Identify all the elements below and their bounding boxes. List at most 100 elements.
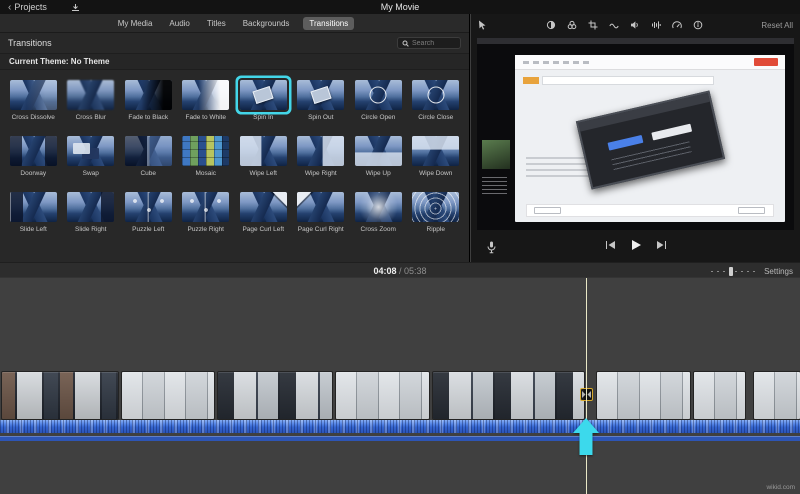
transition-label: Spin Out <box>308 114 334 121</box>
timeline-clip[interactable] <box>597 372 690 419</box>
transition-wipe-left[interactable]: Wipe Left <box>237 136 290 177</box>
timeline-clip[interactable] <box>754 372 800 419</box>
transport-controls <box>471 239 800 251</box>
transition-label: Puzzle Left <box>132 226 165 233</box>
timeline-clip[interactable] <box>218 372 332 419</box>
transition-label: Slide Left <box>19 226 47 233</box>
transition-cube[interactable]: Cube <box>122 136 175 177</box>
transition-label: Mosaic <box>195 170 217 177</box>
background-music-track[interactable] <box>0 436 800 441</box>
clip-size-slider[interactable] <box>711 266 758 276</box>
transition-thumbnail <box>354 136 402 166</box>
transition-label: Cross Blur <box>75 114 106 121</box>
volume-icon[interactable] <box>630 20 640 30</box>
search-input[interactable] <box>412 39 456 47</box>
transition-cross-dissolve[interactable]: Cross Dissolve <box>7 80 60 121</box>
transition-thumbnail <box>239 192 287 222</box>
transition-spin-in[interactable]: Spin In <box>237 80 290 121</box>
total-time: 05:38 <box>404 266 427 276</box>
transition-page-curl-right[interactable]: Page Curl Right <box>295 192 348 233</box>
transition-slide-left[interactable]: Slide Left <box>7 192 60 233</box>
transition-thumbnail <box>9 192 57 222</box>
annotation-arrow-icon <box>573 418 599 455</box>
video-preview <box>477 38 794 230</box>
transition-label: Circle Close <box>418 114 454 121</box>
transition-label: Wipe Left <box>249 170 277 177</box>
menu-bar: ‹ Projects My Movie <box>0 0 800 14</box>
preview-webpage <box>515 55 785 223</box>
transition-thumbnail <box>239 136 287 166</box>
preview-footer-button-right <box>738 207 766 214</box>
transition-thumbnail <box>297 80 345 110</box>
tab-transitions[interactable]: Transitions <box>303 16 355 30</box>
timeline-settings-button[interactable]: Settings <box>764 267 793 276</box>
transition-cross-zoom[interactable]: Cross Zoom <box>352 192 405 233</box>
transition-circle-open[interactable]: Circle Open <box>352 80 405 121</box>
play-button[interactable] <box>630 239 642 251</box>
preview-side-text <box>481 174 508 194</box>
stabilization-icon[interactable] <box>609 20 619 30</box>
next-frame-button[interactable] <box>656 240 667 250</box>
timeline: wikid.com <box>0 278 800 494</box>
color-balance-icon[interactable] <box>546 20 556 30</box>
transition-circle-close[interactable]: Circle Close <box>410 80 463 121</box>
transition-swap[interactable]: Swap <box>65 136 118 177</box>
time-display: 04:08 / 05:38 <box>0 266 800 276</box>
watermark: wikid.com <box>766 484 795 491</box>
color-correction-icon[interactable] <box>567 20 577 30</box>
previous-frame-button[interactable] <box>605 240 616 250</box>
transition-puzzle-right[interactable]: Puzzle Right <box>180 192 233 233</box>
playhead[interactable] <box>586 278 587 494</box>
transition-fade-to-white[interactable]: Fade to White <box>180 80 233 121</box>
transition-label: Slide Right <box>75 226 107 233</box>
transition-label: Fade to White <box>185 114 226 121</box>
transition-doorway[interactable]: Doorway <box>7 136 60 177</box>
transition-puzzle-left[interactable]: Puzzle Left <box>122 192 175 233</box>
timeline-header-right: Settings <box>711 263 793 279</box>
current-time: 04:08 <box>373 266 397 276</box>
project-title: My Movie <box>380 2 420 12</box>
transition-spin-out[interactable]: Spin Out <box>295 80 348 121</box>
transition-label: Swap <box>82 170 99 177</box>
transition-wipe-up[interactable]: Wipe Up <box>352 136 405 177</box>
transition-ripple[interactable]: Ripple <box>410 192 463 233</box>
media-tab-bar: My Media Audio Titles Backgrounds Transition… <box>0 14 469 33</box>
transition-label: Ripple <box>426 226 445 233</box>
transition-cross-blur[interactable]: Cross Blur <box>65 80 118 121</box>
viewer-controls <box>471 236 800 258</box>
timeline-clip[interactable] <box>122 372 214 419</box>
timeline-clip[interactable] <box>433 372 584 419</box>
transition-fade-to-black[interactable]: Fade to Black <box>122 80 175 121</box>
browser-header: Transitions <box>0 33 469 53</box>
timeline-clip[interactable] <box>336 372 429 419</box>
noise-reduction-icon[interactable] <box>651 20 661 30</box>
transition-thumbnail <box>124 136 172 166</box>
transition-wipe-right[interactable]: Wipe Right <box>295 136 348 177</box>
transition-page-curl-left[interactable]: Page Curl Left <box>237 192 290 233</box>
reset-all-button[interactable]: Reset All <box>761 21 793 30</box>
tab-backgrounds[interactable]: Backgrounds <box>240 17 293 30</box>
transition-wipe-down[interactable]: Wipe Down <box>410 136 463 177</box>
transition-mosaic[interactable]: Mosaic <box>180 136 233 177</box>
transition-label: Wipe Down <box>419 170 453 177</box>
transition-label: Cube <box>140 170 157 177</box>
tab-audio[interactable]: Audio <box>166 17 192 30</box>
tab-titles[interactable]: Titles <box>204 17 229 30</box>
search-icon <box>402 40 409 47</box>
transition-thumbnail <box>9 80 57 110</box>
transition-label: Spin In <box>253 114 274 121</box>
transition-thumbnail <box>9 136 57 166</box>
pointer-icon[interactable] <box>478 20 487 30</box>
search-box[interactable] <box>397 37 461 49</box>
timeline-clip[interactable] <box>694 372 745 419</box>
crop-icon[interactable] <box>588 20 598 30</box>
transition-slide-right[interactable]: Slide Right <box>65 192 118 233</box>
tab-my-media[interactable]: My Media <box>115 17 156 30</box>
clip-info-icon[interactable] <box>693 20 703 30</box>
speed-icon[interactable] <box>671 20 682 30</box>
transition-thumbnail <box>354 192 402 222</box>
transition-label: Wipe Right <box>304 170 337 177</box>
timeline-clip[interactable] <box>2 372 118 419</box>
audio-waveform-track[interactable] <box>0 420 800 433</box>
transition-thumbnail <box>182 192 230 222</box>
